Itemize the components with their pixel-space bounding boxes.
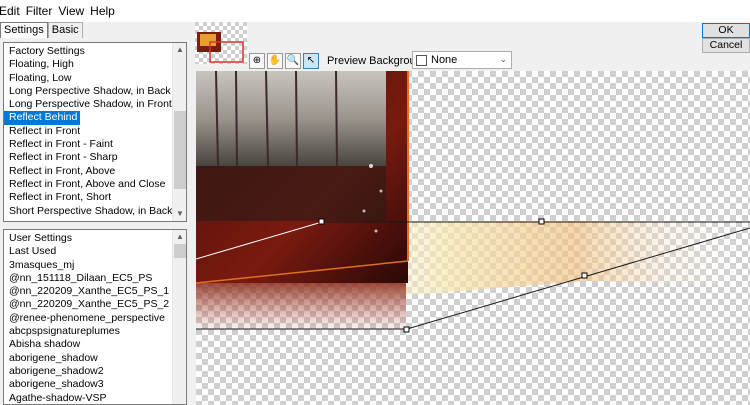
color-swatch-icon xyxy=(416,54,427,66)
chevron-down-icon: ⌄ xyxy=(499,54,507,64)
list-item[interactable]: Floating, Low xyxy=(4,72,172,85)
list-item-selected-row: Reflect Behind xyxy=(4,111,172,125)
scroll-up-icon[interactable]: ▲ xyxy=(173,43,186,57)
list-item[interactable]: Agathe-shadow-VSP xyxy=(4,392,172,404)
list-item[interactable]: Abisha shadow xyxy=(4,338,172,351)
menu-help[interactable]: Help xyxy=(90,4,121,18)
list-item[interactable]: aborigene_shadow xyxy=(4,352,172,365)
user-settings-items: User Settings Last Used 3masques_mj @nn_… xyxy=(4,230,172,404)
scroll-thumb[interactable] xyxy=(174,244,186,258)
preview-canvas[interactable] xyxy=(196,71,750,405)
list-item[interactable]: Reflect in Front, Above and Close xyxy=(4,178,172,191)
list-item[interactable]: 3masques_mj xyxy=(4,259,172,272)
ok-button[interactable]: OK xyxy=(702,23,750,38)
control-handle xyxy=(403,326,410,333)
list-item[interactable]: @renee-phenomene_perspective xyxy=(4,312,172,325)
list-item[interactable]: aborigene_shadow3 xyxy=(4,378,172,391)
list-item[interactable]: @nn_220209_Xanthe_EC5_PS_2 xyxy=(4,298,172,311)
scroll-up-icon[interactable]: ▲ xyxy=(173,230,186,244)
presets-scrollbar[interactable]: ▲ ▼ xyxy=(172,43,186,221)
list-item[interactable]: Reflect in Front, Above xyxy=(4,165,172,178)
list-item[interactable]: Factory Settings xyxy=(4,45,172,58)
user-settings-scrollbar[interactable]: ▲ xyxy=(172,230,186,404)
list-item[interactable]: @nn_220209_Xanthe_EC5_PS_1 xyxy=(4,285,172,298)
control-handle xyxy=(318,218,325,225)
menu-view[interactable]: View xyxy=(58,4,90,18)
scroll-thumb[interactable] xyxy=(174,111,186,189)
pointer-icon[interactable]: ↖ xyxy=(303,53,319,69)
list-item[interactable]: abcpspsignatureplumes xyxy=(4,325,172,338)
list-item[interactable]: Short Perspective Shadow, in Back xyxy=(4,205,172,218)
hand-icon[interactable]: ✋ xyxy=(267,53,283,69)
navigator-thumbnail-image xyxy=(195,22,247,64)
list-item[interactable]: Long Perspective Shadow, in Front xyxy=(4,98,172,111)
preview-tools: ⊕ ✋ 🔍 ↖ xyxy=(249,53,319,69)
list-item[interactable]: Reflect in Front, Short xyxy=(4,191,172,204)
presets-items: Factory Settings Floating, High Floating… xyxy=(4,43,172,221)
list-item[interactable]: Floating, High xyxy=(4,58,172,71)
menu-filter[interactable]: Filter xyxy=(26,4,59,18)
preview-background-value: None xyxy=(431,54,458,66)
navigate-icon[interactable]: ⊕ xyxy=(249,53,265,69)
list-item[interactable]: aborigene_shadow2 xyxy=(4,365,172,378)
list-item[interactable]: Reflect in Front - Faint xyxy=(4,138,172,151)
zoom-icon[interactable]: 🔍 xyxy=(285,53,301,69)
list-item[interactable]: Reflect in Front - Sharp xyxy=(4,151,172,164)
tab-basic[interactable]: Basic xyxy=(47,22,83,38)
preview-background-select[interactable]: None ⌄ xyxy=(412,51,512,69)
navigator-thumbnail[interactable] xyxy=(195,22,247,64)
control-handle xyxy=(538,218,545,225)
user-settings-list[interactable]: User Settings Last Used 3masques_mj @nn_… xyxy=(3,229,187,405)
list-item[interactable]: User Settings xyxy=(4,232,172,245)
tab-settings[interactable]: Settings xyxy=(0,22,48,38)
menu-bar: Edit Filter View Help xyxy=(0,0,750,22)
list-item[interactable]: Long Perspective Shadow, in Back xyxy=(4,85,172,98)
presets-list[interactable]: Factory Settings Floating, High Floating… xyxy=(3,42,187,222)
list-item[interactable]: Last Used xyxy=(4,245,172,258)
list-item[interactable]: @nn_151118_Dilaan_EC5_PS xyxy=(4,272,172,285)
menu-edit[interactable]: Edit xyxy=(0,4,26,18)
preview-image xyxy=(196,71,750,333)
settings-tabs: Settings Basic xyxy=(0,22,83,38)
list-item[interactable]: Reflect in Front xyxy=(4,125,172,138)
list-item-selected[interactable]: Reflect Behind xyxy=(4,111,81,125)
control-handle xyxy=(581,272,588,279)
cancel-button[interactable]: Cancel xyxy=(702,38,750,53)
scroll-down-icon[interactable]: ▼ xyxy=(173,207,186,221)
